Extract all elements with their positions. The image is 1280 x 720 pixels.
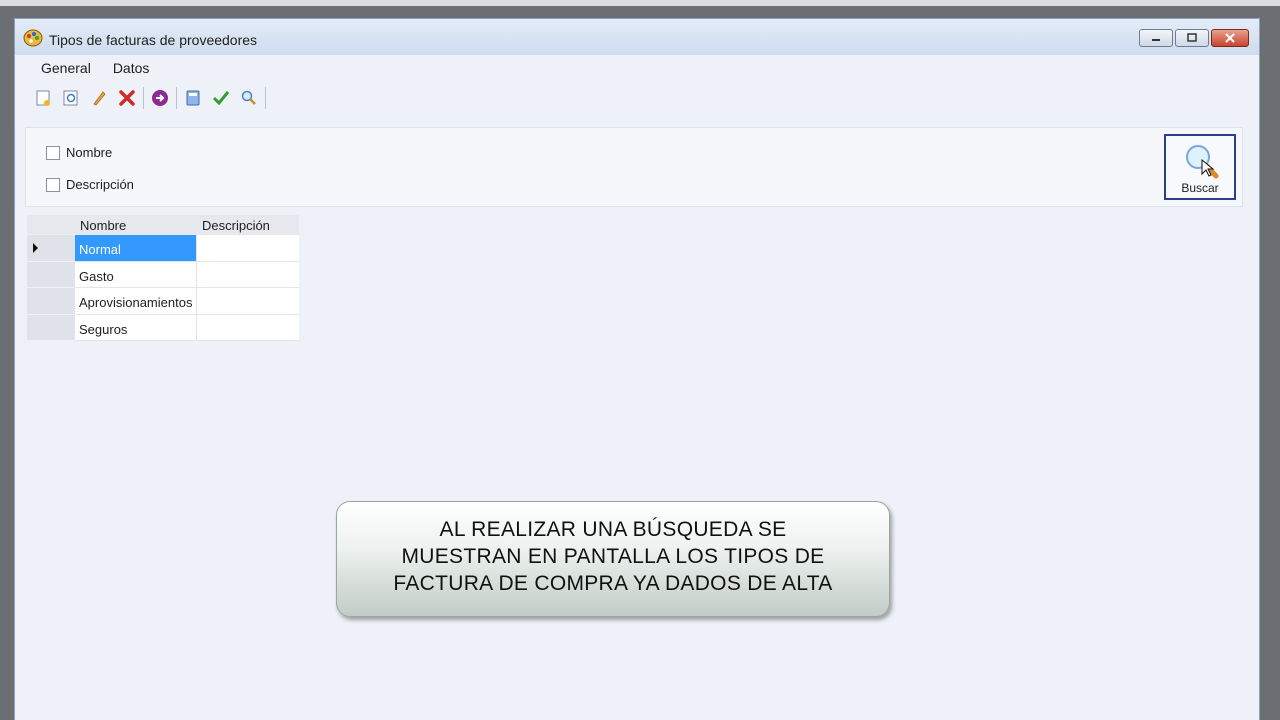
row-header[interactable] bbox=[27, 314, 75, 341]
cell-nombre[interactable]: Aprovisionamientos bbox=[75, 288, 197, 315]
menu-bar: General Datos bbox=[25, 56, 157, 80]
desktop-top-strip bbox=[0, 0, 1280, 6]
edit-button[interactable] bbox=[85, 85, 113, 111]
menu-general[interactable]: General bbox=[25, 56, 99, 80]
palette-icon bbox=[23, 28, 43, 48]
search-button-label: Buscar bbox=[1181, 181, 1219, 195]
magnifier-icon bbox=[241, 90, 256, 105]
nombre-checkbox-label: Nombre bbox=[66, 145, 113, 160]
row-header-corner bbox=[27, 215, 75, 235]
calculator-icon bbox=[186, 90, 200, 106]
current-row-arrow-icon bbox=[33, 243, 38, 253]
row-header[interactable] bbox=[27, 288, 75, 315]
find-button[interactable] bbox=[235, 85, 263, 111]
toolbar-separator bbox=[176, 87, 177, 109]
toolbar-separator bbox=[143, 87, 144, 109]
arrow-circle-icon bbox=[152, 90, 168, 106]
row-header[interactable] bbox=[27, 235, 75, 262]
table-row[interactable]: Normal bbox=[27, 235, 299, 262]
callout-line: MUESTRAN EN PANTALLA LOS TIPOS DE bbox=[401, 545, 825, 568]
preview-icon bbox=[63, 90, 78, 106]
accept-button[interactable] bbox=[207, 85, 235, 111]
title-bar[interactable]: Tipos de facturas de proveedores bbox=[15, 19, 1259, 55]
close-icon bbox=[1225, 33, 1235, 43]
results-grid: Nombre Descripción Normal Gasto Aprovisi… bbox=[27, 215, 299, 341]
nombre-checkbox[interactable] bbox=[46, 145, 60, 160]
filter-panel: Nombre Descripción Buscar bbox=[25, 127, 1243, 207]
search-button[interactable]: Buscar bbox=[1164, 134, 1236, 200]
window-title: Tipos de facturas de proveedores bbox=[49, 32, 258, 48]
cell-descripcion[interactable] bbox=[197, 288, 299, 315]
new-document-icon bbox=[36, 90, 50, 106]
new-record-button[interactable] bbox=[29, 85, 57, 111]
cell-descripcion[interactable] bbox=[197, 261, 299, 288]
minimize-button[interactable] bbox=[1139, 29, 1173, 47]
callout-line: AL REALIZAR UNA BÚSQUEDA SE bbox=[439, 518, 787, 541]
delete-x-icon bbox=[119, 90, 135, 106]
descripcion-checkbox[interactable] bbox=[46, 177, 60, 192]
preview-button[interactable] bbox=[57, 85, 85, 111]
callout-text: AL REALIZAR UNA BÚSQUEDA SE MUESTRAN EN … bbox=[337, 516, 889, 597]
minimize-icon bbox=[1152, 39, 1160, 41]
cell-nombre[interactable]: Gasto bbox=[75, 261, 197, 288]
table-row[interactable]: Seguros bbox=[27, 314, 299, 341]
close-button[interactable] bbox=[1211, 29, 1249, 47]
table-row[interactable]: Gasto bbox=[27, 261, 299, 288]
descripcion-checkbox-label: Descripción bbox=[66, 177, 134, 192]
tutorial-callout: AL REALIZAR UNA BÚSQUEDA SE MUESTRAN EN … bbox=[336, 501, 890, 617]
filter-nombre[interactable]: Nombre bbox=[46, 145, 112, 160]
cell-nombre[interactable]: Normal bbox=[75, 235, 197, 262]
pencil-icon bbox=[93, 91, 106, 106]
row-header[interactable] bbox=[27, 261, 75, 288]
column-header-descripcion[interactable]: Descripción bbox=[197, 215, 299, 235]
delete-button[interactable] bbox=[113, 85, 141, 111]
menu-datos[interactable]: Datos bbox=[105, 56, 158, 80]
calculator-button[interactable] bbox=[179, 85, 207, 111]
cell-nombre[interactable]: Seguros bbox=[75, 314, 197, 341]
cell-descripcion[interactable] bbox=[197, 314, 299, 341]
toolbar-separator bbox=[265, 87, 266, 109]
maximize-icon bbox=[1187, 33, 1197, 42]
grid-header-row: Nombre Descripción bbox=[27, 215, 299, 235]
column-header-nombre[interactable]: Nombre bbox=[75, 215, 197, 235]
cell-descripcion[interactable] bbox=[197, 235, 299, 262]
maximize-button[interactable] bbox=[1175, 29, 1209, 47]
toolbar bbox=[29, 85, 268, 111]
table-row[interactable]: Aprovisionamientos bbox=[27, 288, 299, 315]
go-button[interactable] bbox=[146, 85, 174, 111]
checkmark-icon bbox=[212, 91, 230, 106]
filter-descripcion[interactable]: Descripción bbox=[46, 177, 134, 192]
callout-line: FACTURA DE COMPRA YA DADOS DE ALTA bbox=[393, 572, 833, 595]
